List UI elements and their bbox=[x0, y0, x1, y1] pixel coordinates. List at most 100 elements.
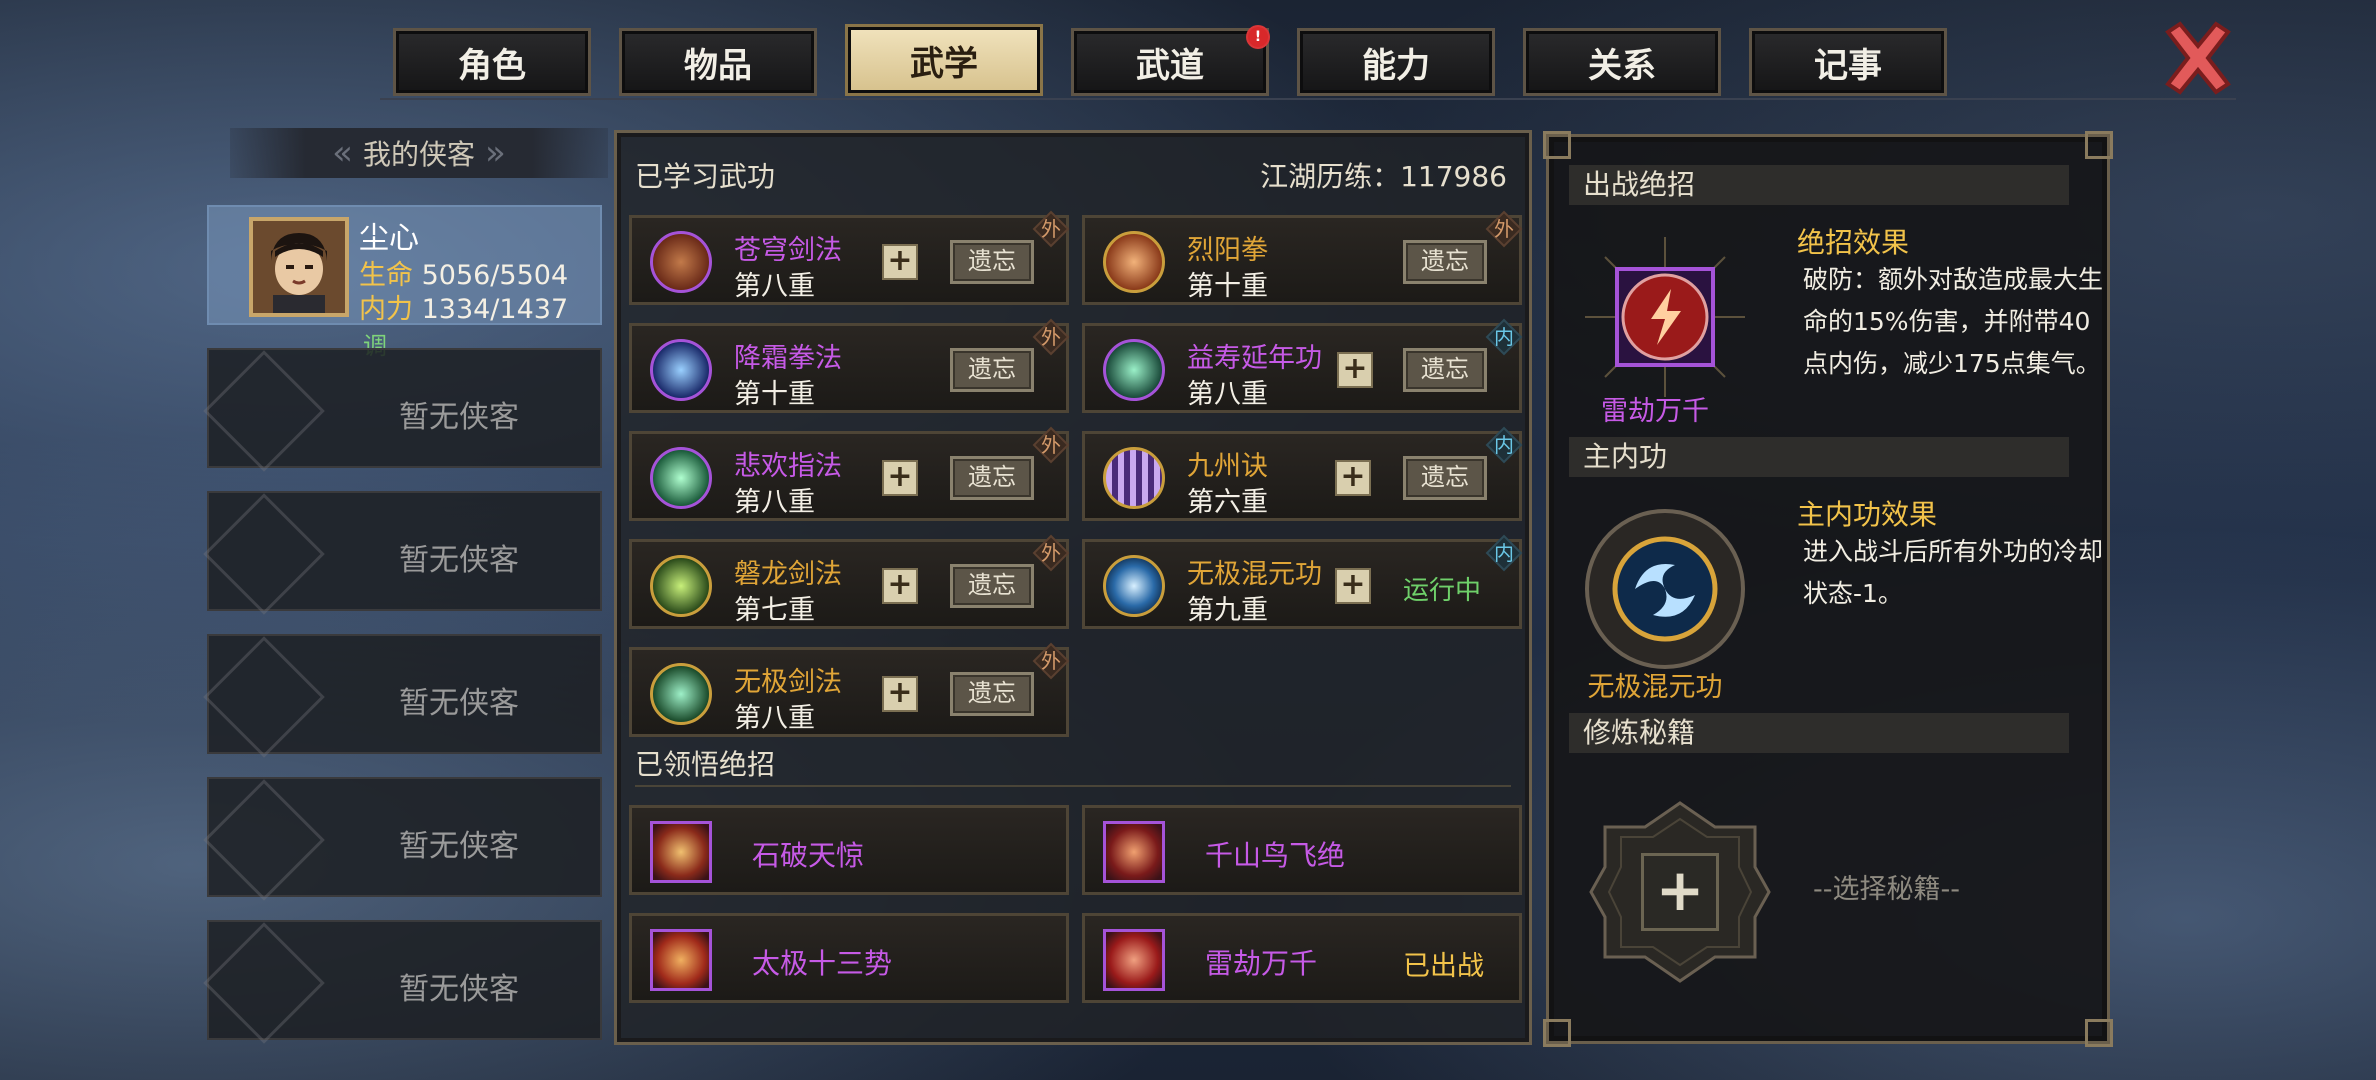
skill-level: 第八重 bbox=[734, 487, 815, 518]
upgrade-button[interactable]: + bbox=[882, 568, 918, 604]
my-heroes-label: 我的侠客 bbox=[362, 138, 475, 171]
skill-name: 苍穹剑法 bbox=[734, 235, 842, 266]
hero-slot-empty[interactable]: 暂无侠客 bbox=[203, 348, 602, 472]
skill-level: 第八重 bbox=[734, 703, 815, 734]
tab-label: 记事 bbox=[1814, 45, 1882, 86]
empty-slot-diamond bbox=[203, 779, 325, 901]
outer-tag: 外 bbox=[1485, 210, 1523, 248]
outer-tag: 外 bbox=[1032, 426, 1070, 464]
close-button[interactable] bbox=[2158, 18, 2238, 98]
skill-card[interactable]: 无极混元功 第九重 + 运行中 内 bbox=[1082, 534, 1523, 629]
outer-tag: 外 bbox=[1032, 210, 1070, 248]
tab-journal[interactable]: 记事 bbox=[1749, 28, 1947, 96]
header-divider bbox=[380, 98, 2236, 100]
frame-corner bbox=[1543, 131, 1571, 159]
hero-slot-active[interactable]: 尘心 生命 5056/5504 内力 1334/1437 调 bbox=[207, 205, 602, 360]
skill-name: 磐龙剑法 bbox=[734, 559, 842, 590]
tab-character[interactable]: 角色 bbox=[393, 28, 591, 96]
tab-abilities[interactable]: 能力 bbox=[1297, 28, 1495, 96]
skill-level: 第十重 bbox=[734, 379, 815, 410]
skill-card[interactable]: 悲欢指法 第八重 + 遗忘 外 bbox=[629, 426, 1070, 521]
ultimate-name: 石破天惊 bbox=[752, 839, 865, 872]
inner-tag: 内 bbox=[1485, 426, 1523, 464]
my-heroes-title: « 我的侠客 » bbox=[230, 128, 608, 178]
forget-button[interactable]: 遗忘 bbox=[1403, 456, 1487, 500]
sword-icon bbox=[650, 231, 712, 293]
finger-icon bbox=[650, 447, 712, 509]
outer-tag: 外 bbox=[1032, 318, 1070, 356]
forget-button[interactable]: 遗忘 bbox=[950, 564, 1034, 608]
skill-card[interactable]: 磐龙剑法 第七重 + 遗忘 外 bbox=[629, 534, 1070, 629]
forget-button[interactable]: 遗忘 bbox=[950, 240, 1034, 284]
tab-label: 角色 bbox=[458, 45, 526, 86]
active-ultimate-slot[interactable] bbox=[1575, 227, 1745, 397]
hero-slot-empty[interactable]: 暂无侠客 bbox=[203, 634, 602, 758]
tab-martial-arts[interactable]: 武学 bbox=[845, 24, 1043, 96]
ultimate-card[interactable]: 太极十三势 bbox=[629, 913, 1069, 1003]
inner-tag: 内 bbox=[1485, 534, 1523, 572]
select-manual-hint[interactable]: --选择秘籍-- bbox=[1813, 867, 1960, 906]
ultimate-card[interactable]: 雷劫万千 已出战 bbox=[1082, 913, 1522, 1003]
skill-card[interactable]: 益寿延年功 第八重 + 遗忘 内 bbox=[1082, 318, 1523, 413]
skill-card[interactable]: 苍穹剑法 第八重 + 遗忘 外 bbox=[629, 210, 1070, 305]
mp-label: 内力 bbox=[359, 294, 413, 325]
alert-badge: ! bbox=[1246, 25, 1270, 49]
frame-corner bbox=[1543, 1019, 1571, 1047]
skill-name: 九州诀 bbox=[1187, 451, 1268, 482]
active-ultimate-header: 出战绝招 bbox=[1569, 165, 2069, 205]
hero-slot-empty[interactable]: 暂无侠客 bbox=[203, 777, 602, 901]
longevity-icon bbox=[1103, 339, 1165, 401]
hero-name: 尘心 bbox=[359, 221, 419, 256]
hero-slot-empty[interactable]: 暂无侠客 bbox=[203, 491, 602, 615]
manual-slot[interactable]: + bbox=[1585, 797, 1775, 987]
upgrade-button[interactable]: + bbox=[882, 244, 918, 280]
add-manual-button[interactable]: + bbox=[1641, 853, 1719, 931]
main-inner-effect-text: 进入战斗后所有外功的冷却状态-1。 bbox=[1803, 537, 2104, 608]
ultimate-effect-title: 绝招效果 bbox=[1797, 226, 1910, 259]
tab-martial-way[interactable]: 武道! bbox=[1071, 25, 1270, 96]
skill-level: 第八重 bbox=[734, 271, 815, 302]
hero-avatar bbox=[249, 217, 349, 317]
upgrade-button[interactable]: + bbox=[1335, 568, 1371, 604]
chevron-right-icon: » bbox=[485, 133, 506, 173]
tab-label: 武学 bbox=[910, 43, 978, 84]
skill-card[interactable]: 无极剑法 第八重 + 遗忘 外 bbox=[629, 642, 1070, 737]
skill-card[interactable]: 九州诀 第六重 + 遗忘 内 bbox=[1082, 426, 1523, 521]
frost-fist-icon bbox=[650, 339, 712, 401]
forget-button[interactable]: 遗忘 bbox=[1403, 240, 1487, 284]
ultimate-name: 太极十三势 bbox=[752, 947, 893, 980]
ultimate-card[interactable]: 石破天惊 bbox=[629, 805, 1069, 895]
frame-corner bbox=[2085, 1019, 2113, 1047]
skill-card[interactable]: 烈阳拳 第十重 遗忘 外 bbox=[1082, 210, 1523, 305]
ultimate-effect-text: 破防：额外对敌造成最大生命的15%伤害，并附带40点内伤，减少175点集气。 bbox=[1803, 265, 2104, 378]
ultimates-title: 已领悟绝招 bbox=[635, 748, 776, 781]
forget-button[interactable]: 遗忘 bbox=[950, 348, 1034, 392]
forget-button[interactable]: 遗忘 bbox=[1403, 348, 1487, 392]
forget-button[interactable]: 遗忘 bbox=[950, 456, 1034, 500]
tab-relations[interactable]: 关系 bbox=[1523, 28, 1721, 96]
mountain-icon bbox=[1103, 821, 1165, 883]
upgrade-button[interactable]: + bbox=[882, 460, 918, 496]
upgrade-button[interactable]: + bbox=[1335, 460, 1371, 496]
main-inner-effect-title: 主内功效果 bbox=[1797, 498, 1938, 531]
skill-name: 降霜拳法 bbox=[734, 343, 842, 374]
detail-panel: 出战绝招 雷劫万千 绝招效果 破防：额外对敌造成最大生命的15%伤害，并附带40… bbox=[1543, 131, 2113, 1047]
skill-card[interactable]: 降霜拳法 第十重 遗忘 外 bbox=[629, 318, 1070, 413]
outer-tag: 外 bbox=[1032, 642, 1070, 680]
upgrade-button[interactable]: + bbox=[1337, 352, 1373, 388]
main-inner-slot[interactable] bbox=[1575, 499, 1745, 669]
close-icon bbox=[2165, 21, 2231, 95]
empty-slot-label: 暂无侠客 bbox=[399, 829, 519, 864]
empty-slot-label: 暂无侠客 bbox=[399, 972, 519, 1007]
ultimate-name: 雷劫万千 bbox=[1205, 947, 1318, 980]
deployed-status: 已出战 bbox=[1403, 951, 1484, 982]
fist-icon bbox=[1103, 231, 1165, 293]
skill-name: 无极混元功 bbox=[1187, 559, 1322, 590]
tab-items[interactable]: 物品 bbox=[619, 28, 817, 96]
ultimate-card[interactable]: 千山鸟飞绝 bbox=[1082, 805, 1522, 895]
skill-name: 烈阳拳 bbox=[1187, 235, 1268, 266]
empty-slot-label: 暂无侠客 bbox=[399, 543, 519, 578]
forget-button[interactable]: 遗忘 bbox=[950, 672, 1034, 716]
hero-slot-empty[interactable]: 暂无侠客 bbox=[203, 920, 602, 1044]
upgrade-button[interactable]: + bbox=[882, 676, 918, 712]
